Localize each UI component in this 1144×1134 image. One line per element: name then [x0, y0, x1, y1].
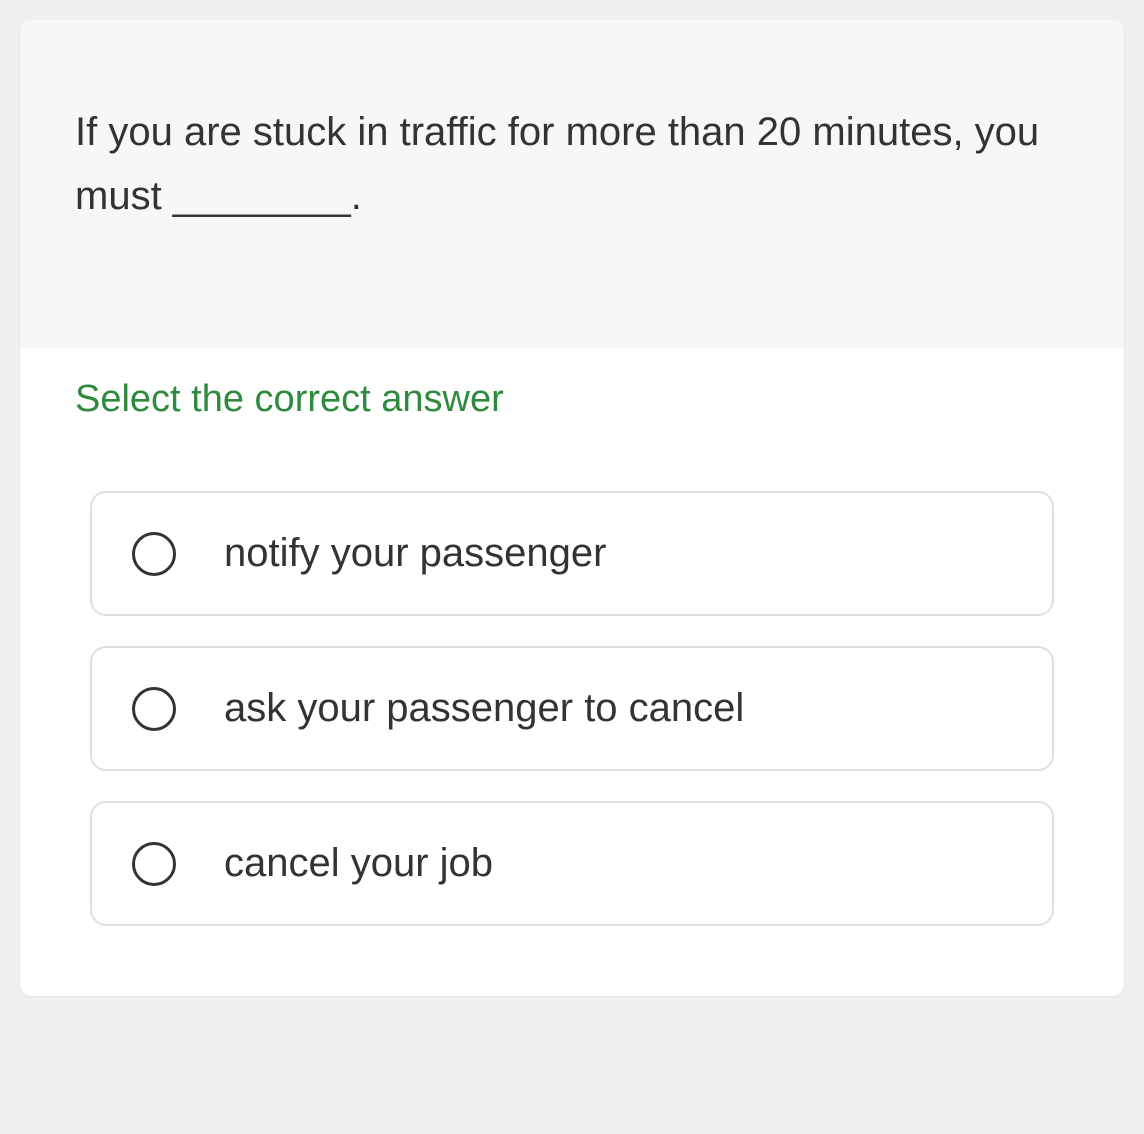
- option-label: notify your passenger: [224, 531, 606, 576]
- radio-icon: [132, 842, 176, 886]
- options-section: notify your passenger ask your passenger…: [20, 431, 1124, 996]
- option-2[interactable]: ask your passenger to cancel: [90, 646, 1054, 771]
- radio-icon: [132, 532, 176, 576]
- instruction-section: Select the correct answer: [20, 348, 1124, 431]
- option-label: cancel your job: [224, 841, 493, 886]
- radio-icon: [132, 687, 176, 731]
- option-label: ask your passenger to cancel: [224, 686, 744, 731]
- option-3[interactable]: cancel your job: [90, 801, 1054, 926]
- quiz-card: If you are stuck in traffic for more tha…: [20, 20, 1124, 996]
- option-1[interactable]: notify your passenger: [90, 491, 1054, 616]
- instruction-text: Select the correct answer: [75, 378, 1069, 421]
- question-text: If you are stuck in traffic for more tha…: [75, 100, 1069, 228]
- question-section: If you are stuck in traffic for more tha…: [20, 20, 1124, 348]
